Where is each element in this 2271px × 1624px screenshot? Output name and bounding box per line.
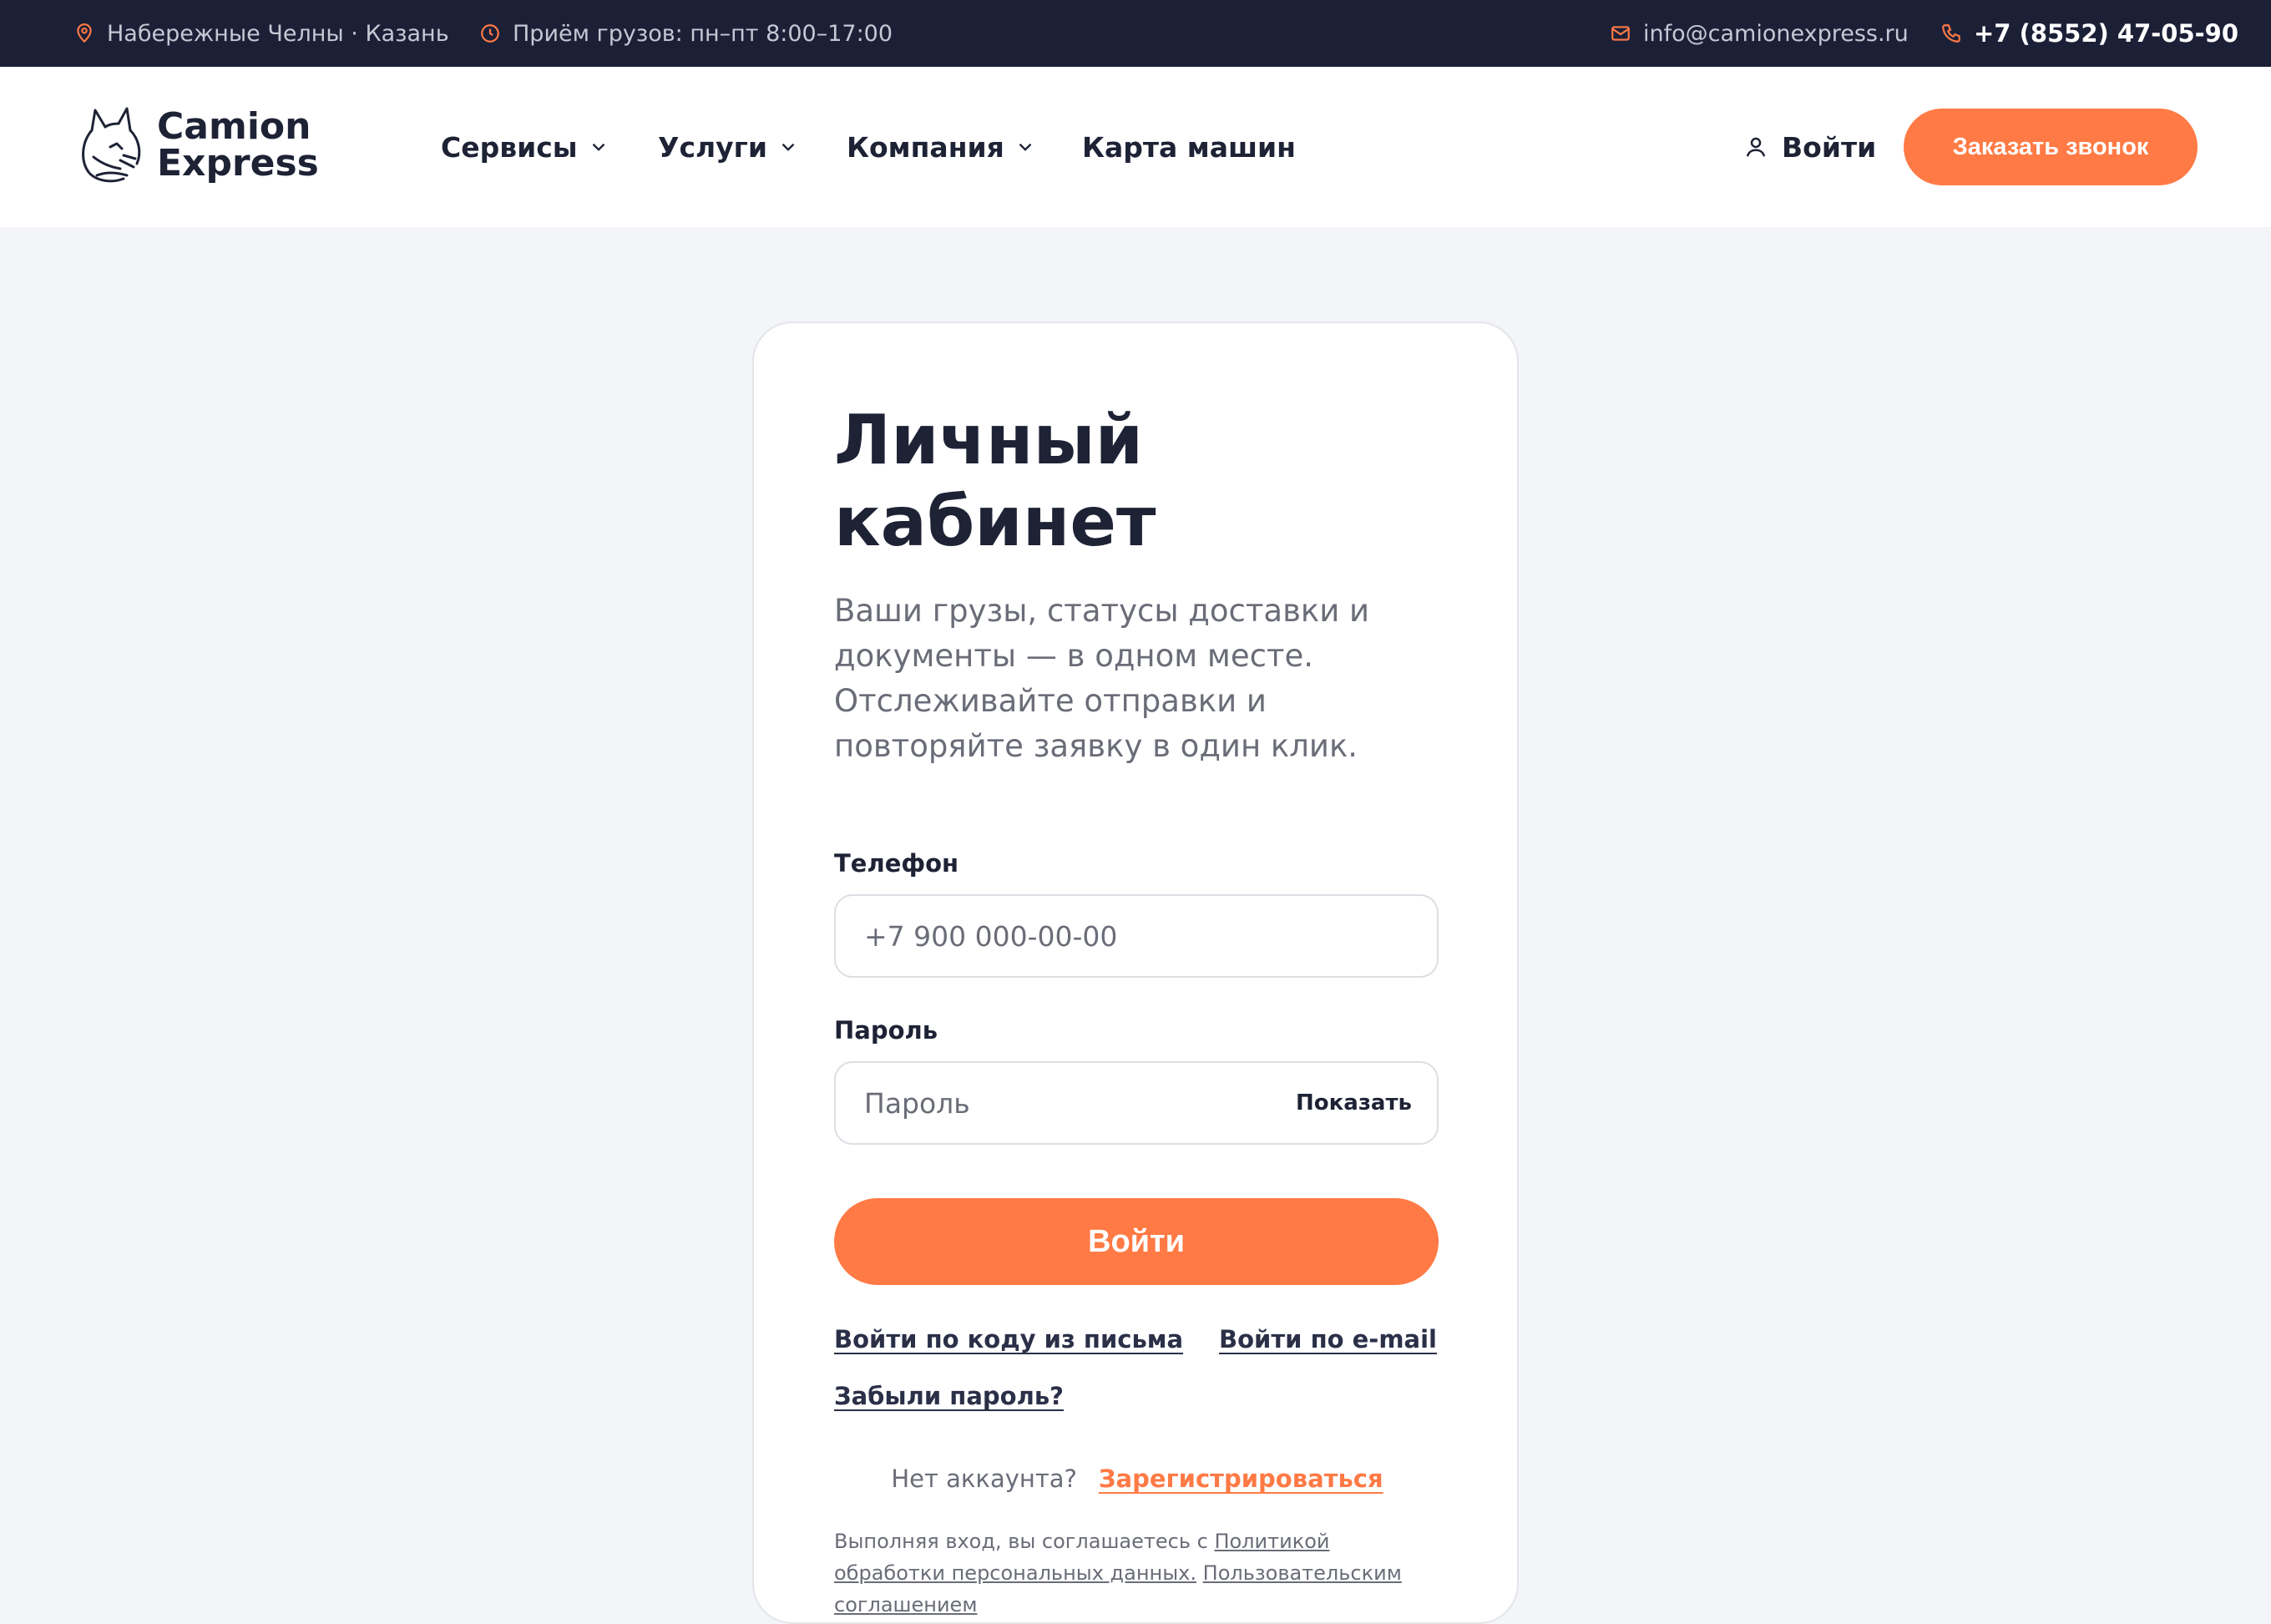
register-link[interactable]: Зарегистрироваться	[1099, 1465, 1383, 1493]
email-link[interactable]: info@camionexpress.ru	[1610, 0, 1909, 67]
phone-field	[834, 894, 1439, 978]
login-card: Личный кабинет Ваши грузы, статусы доста…	[752, 321, 1519, 1624]
nav-item-label: Компания	[847, 130, 1004, 164]
logo[interactable]: Camion Express	[77, 102, 327, 194]
location-info: Набережные Челны · Казань	[73, 0, 449, 67]
chevron-down-icon	[781, 143, 795, 151]
nav-item-label: Карта машин	[1082, 130, 1296, 164]
location-text: Набережные Челны · Казань	[107, 20, 449, 47]
no-account-text: Нет аккаунта?	[891, 1465, 1077, 1493]
phone-icon	[1942, 24, 1960, 43]
consent-prefix: Выполняя вход, вы соглашаетесь с	[834, 1530, 1208, 1553]
map-pin-icon	[77, 23, 92, 43]
top-bar: Набережные Челны · Казань Приём грузов: …	[0, 0, 2271, 67]
password-label: Пароль	[834, 1016, 938, 1045]
site-header: Camion Express Сервисы Услуги Компания К…	[0, 67, 2271, 227]
request-call-button[interactable]: Заказать звонок	[1904, 109, 2198, 185]
phone-input[interactable]	[862, 918, 1410, 954]
nav-item-company[interactable]: Компания	[847, 67, 1036, 227]
mail-icon	[1611, 26, 1630, 41]
login-submit-button[interactable]: Войти	[834, 1198, 1439, 1285]
consent-text: Выполняя вход, вы соглашаетесь с Политик…	[834, 1525, 1439, 1621]
title-line2: кабинет	[834, 483, 1156, 562]
phone-text: +7 (8552) 47-05-90	[1974, 19, 2239, 48]
code-login-link[interactable]: Войти по коду из письма	[834, 1325, 1183, 1353]
logo-line1: Camion	[157, 105, 311, 148]
logo-line2: Express	[157, 142, 319, 185]
header-login-label: Войти	[1782, 130, 1877, 164]
password-input[interactable]	[862, 1085, 1280, 1121]
nav-item-offerings[interactable]: Услуги	[658, 67, 799, 227]
phone-link[interactable]: +7 (8552) 47-05-90	[1940, 0, 2238, 67]
clock-icon	[481, 24, 499, 43]
nav-item-label: Сервисы	[441, 130, 578, 164]
email-text: info@camionexpress.ru	[1643, 20, 1909, 47]
header-login-link[interactable]: Войти	[1743, 67, 1876, 227]
user-icon	[1746, 137, 1766, 157]
title-line1: Личный	[834, 401, 1144, 480]
chevron-down-icon	[1019, 143, 1032, 151]
page-title: Личный кабинет	[834, 400, 1156, 564]
forgot-password-link[interactable]: Забыли пароль?	[834, 1382, 1064, 1410]
hours-info: Приём грузов: пн–пт 8:00–17:00	[479, 0, 893, 67]
nav-item-services[interactable]: Сервисы	[441, 67, 609, 227]
chevron-down-icon	[592, 143, 604, 151]
nav-item-label: Услуги	[658, 130, 768, 164]
email-login-link[interactable]: Войти по e-mail	[1219, 1325, 1437, 1353]
lynx-logo-icon	[82, 107, 141, 183]
hours-text: Приём грузов: пн–пт 8:00–17:00	[513, 20, 893, 47]
nav-item-truck-map[interactable]: Карта машин	[1082, 67, 1296, 227]
logo-wordmark: Camion Express	[157, 109, 319, 182]
phone-label: Телефон	[834, 849, 959, 878]
page-subtitle: Ваши грузы, статусы доставки и документы…	[834, 593, 1370, 764]
show-password-button[interactable]: Показать	[1296, 1063, 1412, 1143]
password-field: Показать	[834, 1061, 1439, 1145]
register-row: Нет аккаунта? Зарегистрироваться	[754, 1465, 1520, 1493]
